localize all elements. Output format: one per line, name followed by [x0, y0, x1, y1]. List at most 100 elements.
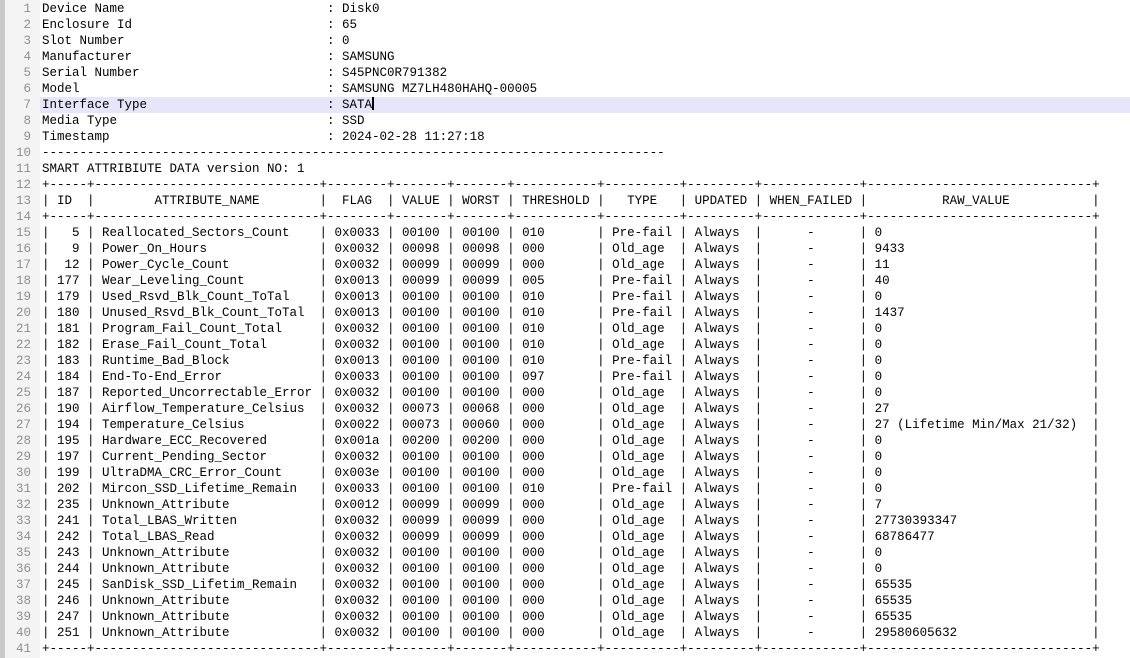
line-number[interactable]: 34: [5, 529, 40, 545]
code-line[interactable]: SMART ATTRIBIUTE DATA version NO: 1: [40, 161, 1130, 177]
code-line[interactable]: | 243 | Unknown_Attribute | 0x0032 | 001…: [40, 545, 1130, 561]
code-line[interactable]: Media Type : SSD: [40, 113, 1130, 129]
code-line[interactable]: | 180 | Unused_Rsvd_Blk_Count_ToTal | 0x…: [40, 305, 1130, 321]
line-text: | 243 | Unknown_Attribute | 0x0032 | 001…: [42, 546, 1100, 560]
line-text: | 184 | End-To-End_Error | 0x0033 | 0010…: [42, 370, 1100, 384]
line-text: | 247 | Unknown_Attribute | 0x0032 | 001…: [42, 610, 1100, 624]
line-text: Timestamp : 2024-02-28 11:27:18: [42, 130, 485, 144]
line-number[interactable]: 40: [5, 625, 40, 641]
line-number[interactable]: 24: [5, 369, 40, 385]
code-line[interactable]: Model : SAMSUNG MZ7LH480HAHQ-00005: [40, 81, 1130, 97]
line-text: | 197 | Current_Pending_Sector | 0x0032 …: [42, 450, 1100, 464]
code-line[interactable]: | 244 | Unknown_Attribute | 0x0032 | 001…: [40, 561, 1130, 577]
line-number[interactable]: 32: [5, 497, 40, 513]
line-number[interactable]: 20: [5, 305, 40, 321]
code-line[interactable]: | ID | ATTRIBUTE_NAME | FLAG | VALUE | W…: [40, 193, 1130, 209]
code-line[interactable]: | 182 | Erase_Fail_Count_Total | 0x0032 …: [40, 337, 1130, 353]
code-line[interactable]: | 197 | Current_Pending_Sector | 0x0032 …: [40, 449, 1130, 465]
line-number-gutter[interactable]: 1234567891011121314151617181920212223242…: [0, 0, 40, 658]
line-number[interactable]: 16: [5, 241, 40, 257]
line-number[interactable]: 36: [5, 561, 40, 577]
line-number[interactable]: 41: [5, 641, 40, 657]
line-text: +-----+------------------------------+--…: [42, 210, 1100, 224]
line-number[interactable]: 37: [5, 577, 40, 593]
code-line[interactable]: | 190 | Airflow_Temperature_Celsius | 0x…: [40, 401, 1130, 417]
line-number[interactable]: 14: [5, 209, 40, 225]
line-number[interactable]: 8: [5, 113, 40, 129]
line-number[interactable]: 11: [5, 161, 40, 177]
code-line[interactable]: Device Name : Disk0: [40, 1, 1130, 17]
line-number[interactable]: 1: [5, 1, 40, 17]
current-line[interactable]: Interface Type : SATA: [40, 97, 1130, 113]
line-text: | 177 | Wear_Leveling_Count | 0x0013 | 0…: [42, 274, 1100, 288]
line-number[interactable]: 17: [5, 257, 40, 273]
code-line[interactable]: | 246 | Unknown_Attribute | 0x0032 | 001…: [40, 593, 1130, 609]
line-number[interactable]: 33: [5, 513, 40, 529]
line-number[interactable]: 10: [5, 145, 40, 161]
line-number[interactable]: 27: [5, 417, 40, 433]
line-number[interactable]: 6: [5, 81, 40, 97]
line-number[interactable]: 15: [5, 225, 40, 241]
line-number[interactable]: 26: [5, 401, 40, 417]
code-line[interactable]: Slot Number : 0: [40, 33, 1130, 49]
line-number[interactable]: 25: [5, 385, 40, 401]
line-text: | 194 | Temperature_Celsius | 0x0022 | 0…: [42, 418, 1100, 432]
line-number[interactable]: 28: [5, 433, 40, 449]
code-line[interactable]: | 195 | Hardware_ECC_Recovered | 0x001a …: [40, 433, 1130, 449]
code-line[interactable]: | 199 | UltraDMA_CRC_Error_Count | 0x003…: [40, 465, 1130, 481]
code-line[interactable]: +-----+------------------------------+--…: [40, 641, 1130, 657]
line-number[interactable]: 3: [5, 33, 40, 49]
code-line[interactable]: ----------------------------------------…: [40, 145, 1130, 161]
code-line[interactable]: | 242 | Total_LBAS_Read | 0x0032 | 00099…: [40, 529, 1130, 545]
code-line[interactable]: Timestamp : 2024-02-28 11:27:18: [40, 129, 1130, 145]
line-number[interactable]: 19: [5, 289, 40, 305]
code-line[interactable]: | 194 | Temperature_Celsius | 0x0022 | 0…: [40, 417, 1130, 433]
text-editor[interactable]: 1234567891011121314151617181920212223242…: [0, 0, 1130, 658]
line-number[interactable]: 22: [5, 337, 40, 353]
line-number[interactable]: 39: [5, 609, 40, 625]
code-line[interactable]: | 235 | Unknown_Attribute | 0x0012 | 000…: [40, 497, 1130, 513]
code-line[interactable]: | 241 | Total_LBAS_Written | 0x0032 | 00…: [40, 513, 1130, 529]
line-number[interactable]: 29: [5, 449, 40, 465]
line-number[interactable]: 4: [5, 49, 40, 65]
code-line[interactable]: +-----+------------------------------+--…: [40, 209, 1130, 225]
line-number[interactable]: 23: [5, 353, 40, 369]
line-text: Serial Number : S45PNC0R791382: [42, 66, 447, 80]
line-text: | ID | ATTRIBUTE_NAME | FLAG | VALUE | W…: [42, 194, 1100, 208]
line-number[interactable]: 9: [5, 129, 40, 145]
code-line[interactable]: | 9 | Power_On_Hours | 0x0032 | 00098 | …: [40, 241, 1130, 257]
code-line[interactable]: | 183 | Runtime_Bad_Block | 0x0013 | 001…: [40, 353, 1130, 369]
line-number[interactable]: 2: [5, 17, 40, 33]
code-line[interactable]: | 247 | Unknown_Attribute | 0x0032 | 001…: [40, 609, 1130, 625]
code-line[interactable]: | 187 | Reported_Uncorrectable_Error | 0…: [40, 385, 1130, 401]
line-text: | 251 | Unknown_Attribute | 0x0032 | 001…: [42, 626, 1100, 640]
code-line[interactable]: | 5 | Reallocated_Sectors_Count | 0x0033…: [40, 225, 1130, 241]
code-line[interactable]: | 184 | End-To-End_Error | 0x0033 | 0010…: [40, 369, 1130, 385]
line-number[interactable]: 5: [5, 65, 40, 81]
line-number[interactable]: 7: [5, 97, 40, 113]
code-line[interactable]: Manufacturer : SAMSUNG: [40, 49, 1130, 65]
code-line[interactable]: Enclosure Id : 65: [40, 17, 1130, 33]
line-text: Manufacturer : SAMSUNG: [42, 50, 395, 64]
line-number[interactable]: 38: [5, 593, 40, 609]
code-line[interactable]: | 245 | SanDisk_SSD_Lifetim_Remain | 0x0…: [40, 577, 1130, 593]
code-line[interactable]: +-----+------------------------------+--…: [40, 177, 1130, 193]
code-line[interactable]: | 251 | Unknown_Attribute | 0x0032 | 001…: [40, 625, 1130, 641]
line-text: ----------------------------------------…: [42, 146, 665, 160]
code-line[interactable]: Serial Number : S45PNC0R791382: [40, 65, 1130, 81]
line-number[interactable]: 13: [5, 193, 40, 209]
code-line[interactable]: | 179 | Used_Rsvd_Blk_Count_ToTal | 0x00…: [40, 289, 1130, 305]
line-number[interactable]: 35: [5, 545, 40, 561]
editor-content[interactable]: Device Name : Disk0Enclosure Id : 65Slot…: [40, 0, 1130, 658]
code-line[interactable]: | 12 | Power_Cycle_Count | 0x0032 | 0009…: [40, 257, 1130, 273]
line-number[interactable]: 30: [5, 465, 40, 481]
line-text: Model : SAMSUNG MZ7LH480HAHQ-00005: [42, 82, 537, 96]
line-number[interactable]: 21: [5, 321, 40, 337]
code-line[interactable]: | 181 | Program_Fail_Count_Total | 0x003…: [40, 321, 1130, 337]
line-number[interactable]: 12: [5, 177, 40, 193]
line-number[interactable]: 18: [5, 273, 40, 289]
line-text: Device Name : Disk0: [42, 2, 380, 16]
line-number[interactable]: 31: [5, 481, 40, 497]
code-line[interactable]: | 177 | Wear_Leveling_Count | 0x0013 | 0…: [40, 273, 1130, 289]
code-line[interactable]: | 202 | Mircon_SSD_Lifetime_Remain | 0x0…: [40, 481, 1130, 497]
